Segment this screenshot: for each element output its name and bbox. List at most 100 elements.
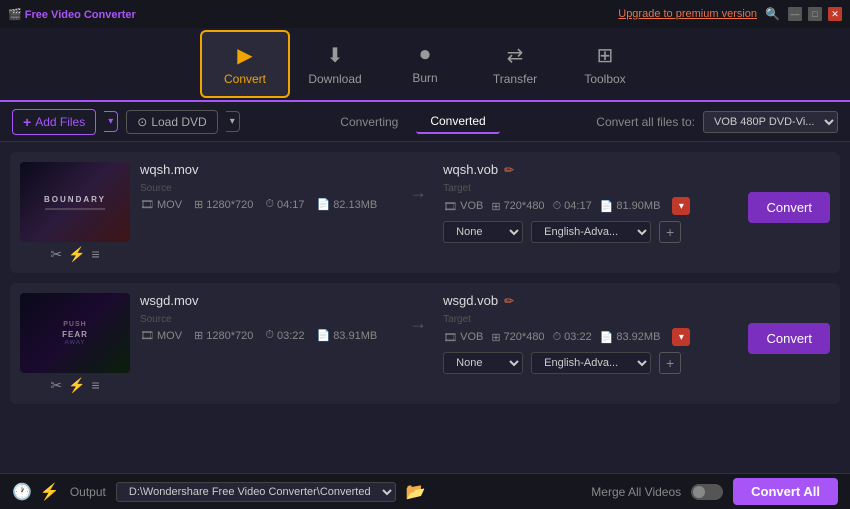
open-folder-icon[interactable]: 📂: [406, 482, 426, 502]
audio-select-2[interactable]: English-Adva...: [531, 352, 651, 374]
nav-burn[interactable]: ⏺ Burn: [380, 30, 470, 98]
nav-toolbox[interactable]: ⊞ Toolbox: [560, 30, 650, 98]
list-icon-2[interactable]: ≡: [92, 377, 100, 394]
transfer-nav-icon: ⇄: [507, 43, 524, 68]
target-options-1: None English-Adva... +: [443, 221, 738, 243]
target-col-1: wqsh.vob ✏ Target 🎞 VOB ⊞ 720*480 ⏱ 04:1…: [443, 162, 738, 243]
nav-download[interactable]: ⬇ Download: [290, 30, 380, 98]
source-res-1: ⊞ 1280*720: [194, 198, 253, 211]
tab-converting[interactable]: Converting: [326, 110, 412, 134]
convert-nav-icon: ▶: [237, 43, 252, 68]
add-files-dropdown[interactable]: ▾: [104, 111, 118, 132]
output-path-select[interactable]: D:\Wondershare Free Video Converter\Conv…: [116, 482, 396, 502]
file-name-1: wqsh.mov: [140, 162, 393, 177]
nav-transfer-label: Transfer: [493, 72, 537, 86]
schedule-icon[interactable]: 🕐: [12, 482, 32, 502]
list-icon-1[interactable]: ≡: [92, 246, 100, 263]
convert-all-format-select[interactable]: VOB 480P DVD-Vi...: [703, 111, 838, 133]
nav-convert-label: Convert: [224, 72, 266, 86]
search-icon[interactable]: 🔍: [765, 7, 780, 21]
convert-all-button[interactable]: Convert All: [733, 478, 838, 505]
toolbar: + Add Files ▾ ⊙ Load DVD ▾ Converting Co…: [0, 102, 850, 142]
subtitle-select-2[interactable]: None: [443, 352, 523, 374]
clock-t-icon-2: ⏱: [553, 331, 562, 344]
source-meta-2: Source: [140, 314, 393, 325]
nav-convert[interactable]: ▶ Convert: [200, 30, 290, 98]
thumb-tools-1: ✂ ⚡ ≡: [50, 246, 99, 263]
merge-toggle[interactable]: [691, 484, 723, 500]
arrow-1: →: [403, 162, 433, 203]
target-filename-2: wsgd.vob: [443, 293, 498, 308]
convert-col-2: Convert: [748, 293, 830, 354]
maximize-button[interactable]: □: [808, 7, 822, 21]
window-controls: — □ ✕: [788, 7, 842, 21]
convert-all-files-label: Convert all files to:: [596, 115, 695, 129]
file-icon-1: 📄: [316, 198, 330, 211]
upgrade-link[interactable]: Upgrade to premium version: [618, 8, 757, 20]
add-files-button[interactable]: + Add Files: [12, 109, 96, 135]
res-t-icon-2: ⊞: [491, 331, 500, 344]
target-col-2: wsgd.vob ✏ Target 🎞 VOB ⊞ 720*480 ⏱ 03:2…: [443, 293, 738, 374]
navbar: ▶ Convert ⬇ Download ⏺ Burn ⇄ Transfer ⊞…: [0, 28, 850, 102]
dvd-icon: ⊙: [137, 115, 147, 129]
source-meta-1: Source: [140, 183, 393, 194]
tab-converted[interactable]: Converted: [416, 110, 499, 134]
subtitle-select-1[interactable]: None: [443, 221, 523, 243]
film-icon-1: 🎞: [140, 198, 154, 211]
titlebar-left: 🎬 Free Video Converter: [8, 8, 136, 21]
nav-transfer[interactable]: ⇄ Transfer: [470, 30, 560, 98]
nav-toolbox-label: Toolbox: [584, 72, 625, 86]
file-t-icon-2: 📄: [600, 331, 614, 344]
target-name-row-2: wsgd.vob ✏: [443, 293, 738, 308]
file-card-2: PUSH FEAR AWAY ✂ ⚡ ≡ wsgd.mov Source 🎞: [10, 283, 840, 404]
target-format-1: 🎞 VOB: [443, 200, 483, 213]
target-label-1: Target: [443, 183, 738, 194]
convert-col-1: Convert: [748, 162, 830, 223]
clock-icon-2: ⏱: [265, 329, 274, 342]
target-res-1: ⊞ 720*480: [491, 200, 544, 213]
edit-icon-2[interactable]: ✏: [504, 294, 514, 308]
target-dropdown-1[interactable]: ▾: [672, 197, 690, 215]
target-dur-2: ⏱ 03:22: [553, 331, 592, 344]
wand-icon-2[interactable]: ⚡: [68, 377, 85, 394]
convert-button-1[interactable]: Convert: [748, 192, 830, 223]
target-label-2: Target: [443, 314, 738, 325]
load-dvd-button[interactable]: ⊙ Load DVD: [126, 110, 217, 134]
audio-select-1[interactable]: English-Adva...: [531, 221, 651, 243]
file-icon-2: 📄: [316, 329, 330, 342]
wand-icon-1[interactable]: ⚡: [68, 246, 85, 263]
source-col-1: wqsh.mov Source 🎞 MOV ⊞ 1280*720 ⏱ 04:17: [140, 162, 393, 211]
target-dropdown-2[interactable]: ▾: [672, 328, 690, 346]
nav-download-label: Download: [308, 72, 361, 86]
target-meta-2: 🎞 VOB ⊞ 720*480 ⏱ 03:22 📄 83.92MB ▾: [443, 328, 738, 346]
add-subtitle-btn-1[interactable]: +: [659, 221, 681, 243]
close-button[interactable]: ✕: [828, 7, 842, 21]
res-icon-1: ⊞: [194, 198, 203, 211]
tab-group: Converting Converted: [326, 110, 499, 134]
source-res-2: ⊞ 1280*720: [194, 329, 253, 342]
thumbnail-1: BOUNDARY: [20, 162, 130, 242]
convert-button-2[interactable]: Convert: [748, 323, 830, 354]
boost-icon[interactable]: ⚡: [40, 482, 60, 502]
add-subtitle-btn-2[interactable]: +: [659, 352, 681, 374]
add-files-label: Add Files: [35, 115, 85, 129]
plus-icon: +: [23, 114, 31, 130]
edit-icon-1[interactable]: ✏: [504, 163, 514, 177]
source-size-2: 📄 83.91MB: [316, 329, 377, 342]
source-label-2: Source: [140, 314, 172, 325]
film-t-icon-2: 🎞: [443, 331, 457, 344]
trim-icon-1[interactable]: ✂: [50, 246, 62, 263]
thumb-img-2: PUSH FEAR AWAY: [20, 293, 130, 373]
nav-burn-label: Burn: [412, 71, 437, 85]
load-dvd-dropdown[interactable]: ▾: [226, 111, 240, 132]
trim-icon-2[interactable]: ✂: [50, 377, 62, 394]
thumbnail-2: PUSH FEAR AWAY: [20, 293, 130, 373]
titlebar-right: Upgrade to premium version 🔍 — □ ✕: [618, 7, 842, 21]
minimize-button[interactable]: —: [788, 7, 802, 21]
clock-icon-1: ⏱: [265, 198, 274, 211]
thumb-text-2a: PUSH: [63, 321, 86, 328]
film-icon-2: 🎞: [140, 329, 154, 342]
toolbox-nav-icon: ⊞: [597, 43, 614, 68]
target-filename-1: wqsh.vob: [443, 162, 498, 177]
main-content: BOUNDARY ✂ ⚡ ≡ wqsh.mov Source 🎞 MOV: [0, 142, 850, 473]
